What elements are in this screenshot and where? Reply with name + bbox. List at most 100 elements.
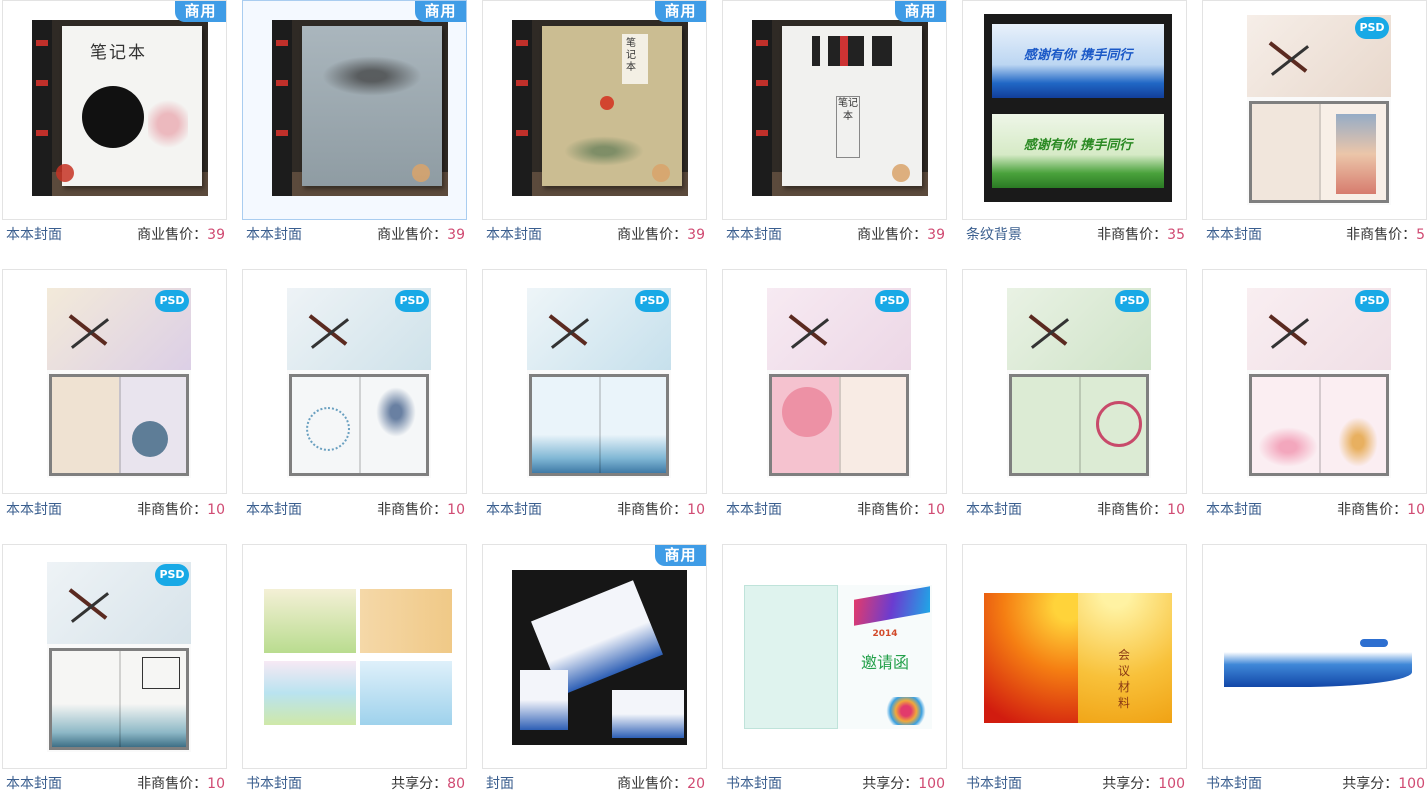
price-text: 非商售价：35 xyxy=(1097,227,1185,243)
product-card[interactable]: PSD 本本封面 非商售价：10 xyxy=(962,269,1187,529)
product-thumbnail[interactable]: PSD xyxy=(962,269,1187,494)
price-text: 商业售价：39 xyxy=(617,227,705,243)
product-thumbnail[interactable]: PSD xyxy=(2,269,227,494)
notebook-image: 笔记本 xyxy=(32,20,208,196)
card-caption: 本本封面 非商售价：10 xyxy=(2,499,227,521)
category-link[interactable]: 封面 xyxy=(486,773,514,795)
price-text: 商业售价：39 xyxy=(377,227,465,243)
product-thumbnail[interactable]: 笔记本 商用 xyxy=(722,0,947,220)
banner-image: 感谢有你 携手同行 感谢有你 携手同行 xyxy=(984,14,1172,202)
book-cover-image xyxy=(264,589,452,725)
price-text: 共享分：100 xyxy=(1102,776,1185,792)
card-caption: 封面 商业售价：20 xyxy=(482,773,707,795)
category-link[interactable]: 本本封面 xyxy=(6,773,62,795)
card-caption: 书本封面 共享分：100 xyxy=(1202,773,1427,795)
category-link[interactable]: 书本封面 xyxy=(966,773,1022,795)
book-mockup-image: PSD xyxy=(1007,288,1151,478)
product-card[interactable]: PSD 本本封面 非商售价：10 xyxy=(1202,269,1427,529)
notebook-image xyxy=(272,20,448,196)
category-link[interactable]: 本本封面 xyxy=(6,499,62,521)
product-grid: 笔记本 商用 本本封面 商业售价：39 商用 本本封面 商业售价：39 笔记本 … xyxy=(2,0,1428,798)
product-card[interactable]: PSD 本本封面 非商售价：10 xyxy=(2,269,227,529)
card-caption: 本本封面 商业售价：39 xyxy=(482,224,707,246)
price-text: 非商售价：10 xyxy=(1337,502,1425,518)
notebook-image: 笔记本 xyxy=(752,20,928,196)
card-caption: 本本封面 非商售价：10 xyxy=(1202,499,1427,521)
card-caption: 本本封面 非商售价：10 xyxy=(962,499,1187,521)
commercial-badge: 商用 xyxy=(655,1,706,22)
commercial-badge: 商用 xyxy=(895,1,946,22)
price-text: 共享分：80 xyxy=(391,776,465,792)
product-thumbnail[interactable]: 笔记本 商用 xyxy=(2,0,227,220)
product-card[interactable]: PSD 本本封面 非商售价：10 xyxy=(2,544,227,804)
notebook-image: 笔记本 xyxy=(512,20,688,196)
category-link[interactable]: 条纹背景 xyxy=(966,224,1022,246)
price-text: 非商售价：10 xyxy=(1097,502,1185,518)
price-text: 共享分：100 xyxy=(1342,776,1425,792)
book-mockup-image: PSD xyxy=(767,288,911,478)
book-mockup-image: PSD xyxy=(47,288,191,478)
commercial-badge: 商用 xyxy=(175,1,226,22)
category-link[interactable]: 书本封面 xyxy=(246,773,302,795)
card-caption: 本本封面 商业售价：39 xyxy=(2,224,227,246)
product-card[interactable]: PSD 本本封面 非商售价：5 xyxy=(1202,0,1427,260)
product-card[interactable]: 商用 封面 商业售价：20 xyxy=(482,544,707,804)
product-card[interactable]: 笔记本 商用 本本封面 商业售价：39 xyxy=(2,0,227,260)
category-link[interactable]: 本本封面 xyxy=(486,224,542,246)
product-thumbnail[interactable]: 会议材料 xyxy=(962,544,1187,769)
product-thumbnail[interactable]: PSD xyxy=(1202,269,1427,494)
card-caption: 本本封面 非商售价：10 xyxy=(2,773,227,795)
card-caption: 本本封面 非商售价：10 xyxy=(722,499,947,521)
meeting-cover-image: 会议材料 xyxy=(984,593,1172,723)
product-thumbnail[interactable] xyxy=(242,544,467,769)
category-link[interactable]: 本本封面 xyxy=(1206,224,1262,246)
card-caption: 本本封面 非商售价：10 xyxy=(482,499,707,521)
category-link[interactable]: 本本封面 xyxy=(726,224,782,246)
price-text: 商业售价：20 xyxy=(617,776,705,792)
product-thumbnail[interactable]: 2014 邀请函 xyxy=(722,544,947,769)
card-caption: 本本封面 商业售价：39 xyxy=(722,224,947,246)
product-card[interactable]: PSD 本本封面 非商售价：10 xyxy=(722,269,947,529)
category-link[interactable]: 本本封面 xyxy=(246,499,302,521)
product-thumbnail[interactable]: PSD xyxy=(722,269,947,494)
commercial-badge: 商用 xyxy=(415,1,466,22)
product-card[interactable]: PSD 本本封面 非商售价：10 xyxy=(482,269,707,529)
book-mockup-image: PSD xyxy=(1247,15,1391,205)
product-card[interactable]: 书本封面 共享分：80 xyxy=(242,544,467,804)
category-link[interactable]: 本本封面 xyxy=(486,499,542,521)
category-link[interactable]: 本本封面 xyxy=(6,224,62,246)
book-mockup-image: PSD xyxy=(47,562,191,752)
card-caption: 本本封面 商业售价：39 xyxy=(242,224,467,246)
category-link[interactable]: 本本封面 xyxy=(966,499,1022,521)
cover-mockup-image xyxy=(512,570,687,745)
product-card[interactable]: 笔记本 商用 本本封面 商业售价：39 xyxy=(722,0,947,260)
category-link[interactable]: 书本封面 xyxy=(726,773,782,795)
product-card[interactable]: 会议材料 书本封面 共享分：100 xyxy=(962,544,1187,804)
product-thumbnail[interactable]: 商用 xyxy=(242,0,467,220)
product-thumbnail[interactable]: PSD xyxy=(2,544,227,769)
product-thumbnail[interactable]: 感谢有你 携手同行 感谢有你 携手同行 xyxy=(962,0,1187,220)
product-card[interactable]: PSD 本本封面 非商售价：10 xyxy=(242,269,467,529)
product-thumbnail[interactable]: PSD xyxy=(242,269,467,494)
product-thumbnail[interactable]: 商用 xyxy=(482,544,707,769)
product-card[interactable]: 书本封面 共享分：100 xyxy=(1202,544,1427,804)
product-card[interactable]: 感谢有你 携手同行 感谢有你 携手同行 条纹背景 非商售价：35 xyxy=(962,0,1187,260)
product-card[interactable]: 2014 邀请函 书本封面 共享分：100 xyxy=(722,544,947,804)
product-card[interactable]: 笔记本 商用 本本封面 商业售价：39 xyxy=(482,0,707,260)
category-link[interactable]: 书本封面 xyxy=(1206,773,1262,795)
category-link[interactable]: 本本封面 xyxy=(246,224,302,246)
price-text: 非商售价：10 xyxy=(617,502,705,518)
book-mockup-image: PSD xyxy=(527,288,671,478)
product-thumbnail[interactable]: PSD xyxy=(1202,0,1427,220)
price-text: 非商售价：10 xyxy=(377,502,465,518)
price-text: 非商售价：10 xyxy=(137,776,225,792)
price-text: 商业售价：39 xyxy=(857,227,945,243)
product-thumbnail[interactable] xyxy=(1202,544,1427,769)
product-thumbnail[interactable]: 笔记本 商用 xyxy=(482,0,707,220)
card-caption: 条纹背景 非商售价：35 xyxy=(962,224,1187,246)
wave-banner-image xyxy=(1224,637,1412,687)
category-link[interactable]: 本本封面 xyxy=(726,499,782,521)
category-link[interactable]: 本本封面 xyxy=(1206,499,1262,521)
product-card[interactable]: 商用 本本封面 商业售价：39 xyxy=(242,0,467,260)
product-thumbnail[interactable]: PSD xyxy=(482,269,707,494)
